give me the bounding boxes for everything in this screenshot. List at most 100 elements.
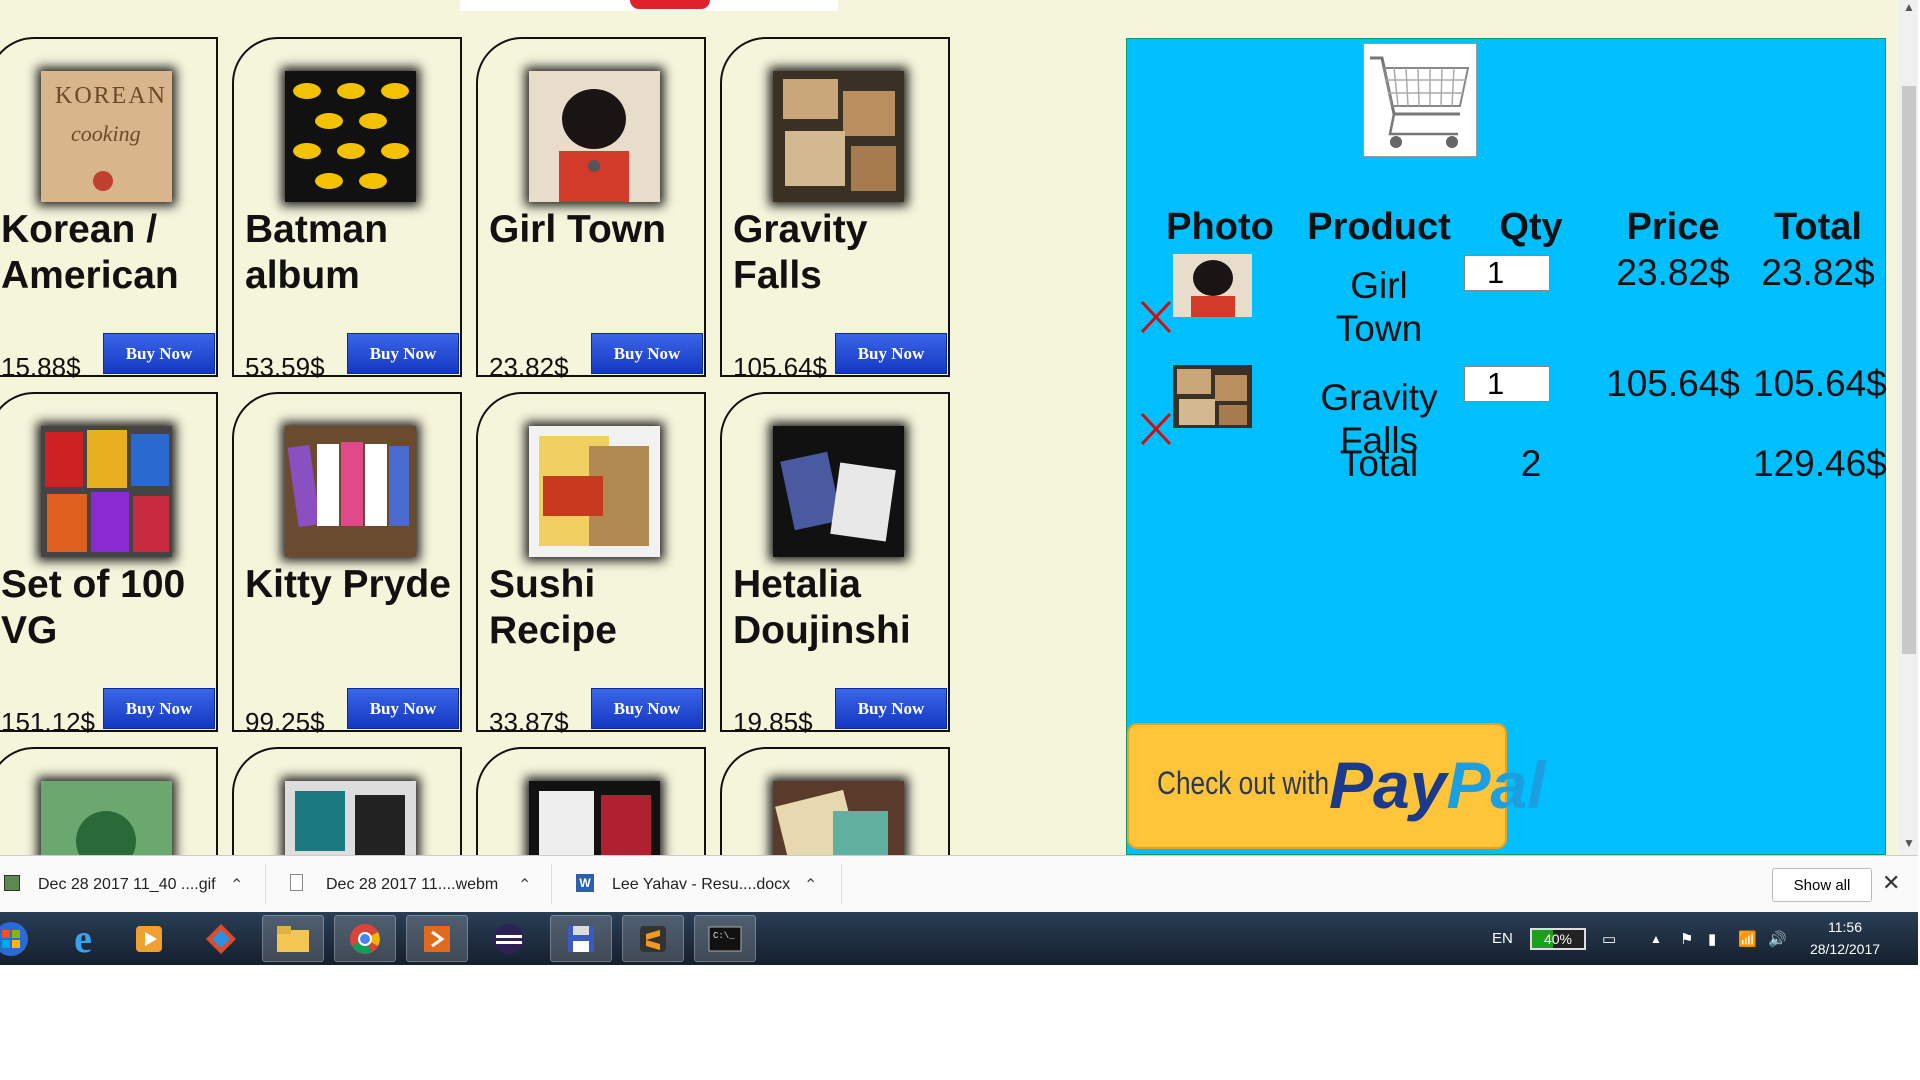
summary-total: 129.46$ [1753,443,1887,484]
product-image[interactable] [773,426,904,557]
buy-now-button[interactable]: Buy Now [835,688,947,729]
download-item[interactable]: Dec 28 2017 11....webm ⌃ [266,856,552,913]
product-image[interactable] [529,71,660,202]
paypal-logo: PayPal [1329,748,1546,822]
header-qty: Qty [1499,206,1563,248]
internet-explorer-icon[interactable]: e [52,915,114,962]
volume-icon[interactable]: 🔊 [1768,912,1787,965]
chevron-up-icon[interactable]: ⌃ [230,875,243,895]
remove-item-icon[interactable] [1139,299,1173,335]
image-file-icon [4,875,20,891]
monitor-icon[interactable]: ▭ [1602,912,1616,965]
file-explorer-icon[interactable] [262,915,324,962]
product-price: 15.88$ [1,352,81,382]
action-center-flag-icon[interactable]: ⚑ [1680,912,1693,965]
clock[interactable]: 11:56 28/12/2017 [1800,916,1890,960]
product-image[interactable] [773,781,904,855]
summary-label: Total [1339,443,1419,484]
close-icon[interactable]: ✕ [1882,870,1900,896]
product-card: Hetalia Doujinshi 19.85$ Buy Now [720,392,950,737]
cart-item-photo [1173,254,1252,317]
sublime-text-icon[interactable] [622,915,684,962]
clock-time: 11:56 [1828,919,1862,935]
taskbar: e C:\_ EN 40% ▭ ▲ ⚑ ▮ 📶 🔊 11:56 28/12/20… [0,912,1918,965]
download-item[interactable]: Dec 28 2017 11_40 ....gif ⌃ [0,856,266,913]
product-card [232,747,462,855]
chevron-up-icon[interactable]: ⌃ [804,875,817,895]
header-product: Product [1307,206,1451,248]
product-card: Gravity Falls 105.64$ Buy Now [720,37,950,382]
svg-text:cooking: cooking [71,121,141,146]
product-image[interactable] [285,426,416,557]
show-all-button[interactable]: Show all [1772,868,1872,902]
git-icon[interactable] [190,915,252,962]
vertical-scrollbar[interactable]: ▲ ▼ [1898,0,1918,855]
product-card: Girl Town 23.82$ Buy Now [476,37,706,382]
shopping-cart-panel: Photo Product Qty Price Total Girl Town … [1126,38,1887,855]
product-card: Sushi Recipe 33.87$ Buy Now [476,392,706,737]
downloads-bar: Dec 28 2017 11_40 ....gif ⌃ Dec 28 2017 … [0,855,1918,912]
download-filename: Lee Yahav - Resu....docx [612,875,791,893]
product-image[interactable] [285,781,416,855]
product-image[interactable]: KOREAN cooking [41,71,172,202]
product-image[interactable] [529,781,660,855]
product-card [720,747,950,855]
product-image[interactable] [773,71,904,202]
product-card: Kitty Pryde 99.25$ Buy Now [232,392,462,737]
scroll-down-icon[interactable]: ▼ [1902,836,1916,850]
product-name: Gravity Falls [733,208,868,297]
quantity-input[interactable]: 1 [1464,366,1550,402]
power-icon[interactable]: ▮ [1708,912,1716,965]
download-item[interactable]: W Lee Yahav - Resu....docx ⌃ [552,856,842,913]
product-image[interactable] [41,781,172,855]
cart-item-total: 105.64$ [1753,363,1887,404]
product-card [0,747,218,855]
word-document-icon: W [576,874,594,892]
buy-now-button[interactable]: Buy Now [591,688,703,729]
cart-item-price: 105.64$ [1606,363,1740,404]
remove-item-icon[interactable] [1139,411,1173,447]
buy-now-button[interactable]: Buy Now [347,333,459,374]
product-price: 53.59$ [245,352,325,382]
svg-text:KOREAN: KOREAN [55,83,167,109]
header-total: Total [1774,206,1862,248]
save-icon[interactable] [550,915,612,962]
product-price: 99.25$ [245,707,325,737]
eclipse-icon[interactable] [478,915,540,962]
chevron-up-icon[interactable]: ⌃ [518,875,531,895]
start-button-icon[interactable] [0,915,36,962]
battery-icon[interactable]: 40% [1530,928,1586,950]
product-price: 19.85$ [733,707,813,737]
visual-studio-icon[interactable] [406,915,468,962]
scroll-up-icon[interactable]: ▲ [1902,0,1916,14]
header-price: Price [1626,206,1720,248]
show-hidden-icons-icon[interactable]: ▲ [1650,912,1662,965]
product-price: 151.12$ [1,707,95,737]
buy-now-button[interactable]: Buy Now [103,333,215,374]
download-filename: Dec 28 2017 11....webm [326,875,499,893]
product-image[interactable] [529,426,660,557]
clock-date: 28/12/2017 [1809,941,1881,957]
media-player-icon[interactable] [118,915,180,962]
command-prompt-icon[interactable]: C:\_ [694,915,756,962]
shopping-cart-icon [1363,43,1477,157]
chrome-icon[interactable] [334,915,396,962]
network-icon[interactable]: 📶 [1738,912,1757,965]
product-image[interactable] [41,426,172,557]
product-card: Set of 100 VG 151.12$ Buy Now [0,392,218,737]
product-image[interactable] [285,71,416,202]
summary-qty: 2 [1520,443,1542,484]
download-filename: Dec 28 2017 11_40 ....gif [38,875,216,893]
scrollbar-thumb[interactable] [1902,86,1916,654]
quantity-input[interactable]: 1 [1464,255,1550,291]
shop-page: KOREAN cooking Korean / American 15.88$ B… [0,0,1918,855]
language-indicator[interactable]: EN [1492,912,1513,965]
cart-item-total: 23.82$ [1761,252,1875,293]
buy-now-button[interactable]: Buy Now [103,688,215,729]
product-card: KOREAN cooking Korean / American 15.88$ B… [0,37,218,382]
paypal-checkout-button[interactable]: Check out with PayPal [1127,723,1546,849]
buy-now-button[interactable]: Buy Now [591,333,703,374]
cart-item-product: Girl Town [1335,265,1423,349]
buy-now-button[interactable]: Buy Now [835,333,947,374]
buy-now-button[interactable]: Buy Now [347,688,459,729]
